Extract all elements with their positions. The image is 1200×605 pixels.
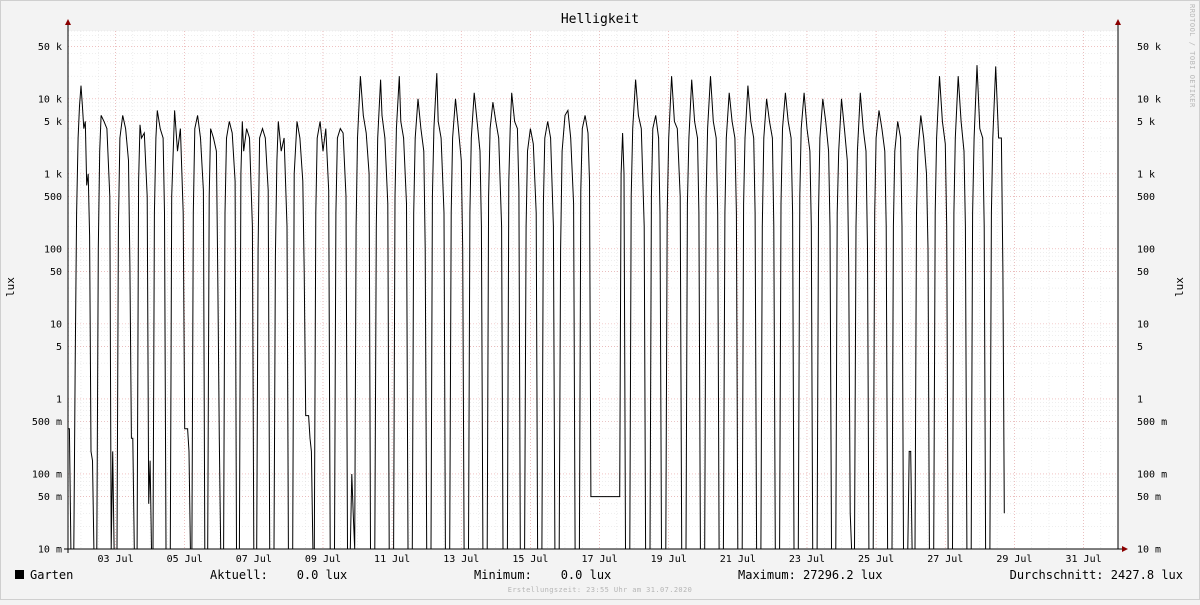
y-axis-label-right: lux: [1173, 277, 1186, 297]
y-axis-arrow-right: [1115, 19, 1121, 25]
y-tick-label-left: 500: [44, 192, 62, 203]
x-tick-label: 25 Jul: [858, 554, 894, 565]
y-tick-label-left: 10: [50, 319, 62, 330]
chart-title: Helligkeit: [561, 12, 639, 27]
x-tick-label: 19 Jul: [651, 554, 687, 565]
y-tick-label-left: 50 k: [38, 42, 62, 53]
legend-average: Durchschnitt: 2427.8 lux: [1010, 568, 1183, 582]
legend-maximum: Maximum: 27296.2 lux: [738, 568, 883, 582]
x-tick-label: 21 Jul: [720, 554, 756, 565]
x-tick-label: 17 Jul: [581, 554, 617, 565]
y-tick-label-left: 100: [44, 244, 62, 255]
legend-series-name: Garten: [30, 568, 73, 582]
x-tick-label: 31 Jul: [1065, 554, 1101, 565]
y-axis-arrow-left: [65, 19, 71, 25]
y-tick-label-left: 5: [56, 342, 62, 353]
x-tick-label: 07 Jul: [236, 554, 272, 565]
brightness-chart: 50 k 50 k10 k 10 k5 k5 k1 k1 k500 500100 100…: [0, 0, 1200, 600]
x-tick-label: 05 Jul: [167, 554, 203, 565]
y-tick-label-left: 100 m: [32, 469, 62, 480]
x-tick-label: 29 Jul: [996, 554, 1032, 565]
y-tick-label-left: 500 m: [32, 417, 62, 428]
y-tick-label-right: 100: [1137, 244, 1155, 255]
y-axis-label-left: lux: [4, 277, 17, 297]
y-tick-label-right: 5 k: [1137, 117, 1155, 128]
y-tick-label-right: 100 m: [1137, 469, 1167, 480]
chart-canvas: 50 k 50 k 10 k 10 k5 k5 k1 k1 k 500 500 100 100…: [0, 0, 1200, 600]
y-tick-label-right: 10: [1137, 319, 1149, 330]
y-tick-label-left: 50 m: [38, 492, 62, 503]
x-tick-label: 11 Jul: [374, 554, 410, 565]
y-tick-label-left: 10 m: [38, 545, 62, 556]
y-tick-label-right: 10 k: [1137, 94, 1161, 105]
y-tick-label-right: 1: [1137, 394, 1143, 405]
x-tick-label: 13 Jul: [443, 554, 479, 565]
y-tick-label-left: 5 k: [44, 117, 62, 128]
y-tick-label-left: 10 k: [38, 94, 62, 105]
legend-minimum: Minimum: 0.0 lux: [474, 568, 611, 582]
y-tick-label-right: 500: [1137, 192, 1155, 203]
y-tick-label-right: 500 m: [1137, 417, 1167, 428]
x-axis-arrow: [1122, 546, 1128, 552]
x-tick-label: 23 Jul: [789, 554, 825, 565]
y-tick-label-right: 10 m: [1137, 545, 1161, 556]
watermark: RRDTOOL / TOBI OETIKER: [1188, 4, 1196, 108]
x-tick-label: 15 Jul: [512, 554, 548, 565]
footer-timestamp: Erstellungszeit: 23:55 Uhr am 31.07.2020: [508, 586, 693, 594]
y-tick-label-left: 50: [50, 267, 62, 278]
y-tick-label-left: 1 k: [44, 169, 62, 180]
x-tick-label: 03 Jul: [97, 554, 133, 565]
y-tick-label-right: 50 k: [1137, 42, 1161, 53]
y-tick-label-right: 5: [1137, 342, 1143, 353]
legend-swatch: [15, 570, 24, 579]
y-tick-label-right: 50 m: [1137, 492, 1161, 503]
legend-current: Aktuell: 0.0 lux: [210, 568, 347, 582]
y-tick-label-right: 50: [1137, 267, 1149, 278]
y-tick-label-right: 1 k: [1137, 169, 1155, 180]
x-tick-label: 09 Jul: [305, 554, 341, 565]
y-tick-label-left: 1: [56, 394, 62, 405]
x-tick-label: 27 Jul: [927, 554, 963, 565]
